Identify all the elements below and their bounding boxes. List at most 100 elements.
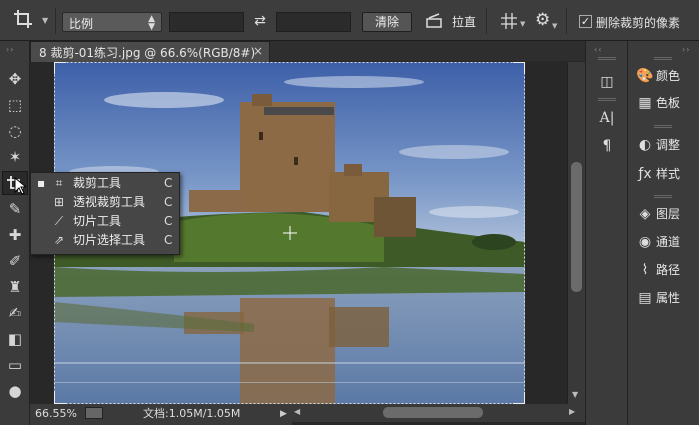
selected-dot-icon: ▪ (37, 176, 46, 190)
brush-tool-icon[interactable]: ✐ (2, 249, 28, 273)
flyout-item-label: 透视裁剪工具 (73, 195, 146, 209)
flyout-item-slice[interactable]: ⟋ 切片工具 C (31, 212, 181, 231)
eraser-tool-icon[interactable]: ◧ (2, 327, 28, 351)
panel-label: 图层 (656, 207, 681, 221)
adjustments-icon: ◐ (638, 137, 652, 153)
chevron-updown-icon: ▲ ▼ (148, 14, 155, 32)
crop-icon-svg (14, 10, 32, 28)
panel-grip[interactable] (598, 57, 616, 60)
horizontal-scrollbar[interactable]: ◀ ▶ (291, 404, 585, 422)
panel-grip[interactable] (654, 195, 672, 198)
panel-label: 通道 (656, 235, 681, 249)
photoshop-window: ▼ 比例 ▲ ▼ ⇄ 清除 拉直 ▼ ⚙ ▼ ✓ 删除裁剪的像素 ›› ✥ ⬚ ◌… (0, 0, 699, 425)
channels-icon: ◉ (638, 234, 652, 250)
delete-cropped-checkbox[interactable]: ✓ (579, 15, 592, 28)
swap-icon[interactable]: ⇄ (251, 12, 269, 30)
vertical-scrollbar[interactable]: ▼ (567, 62, 585, 404)
ratio-select[interactable]: 比例 ▲ ▼ (62, 12, 162, 32)
paths-icon: ⌇ (641, 262, 649, 278)
panel-channels[interactable]: ◉ 通道 (634, 231, 696, 253)
paragraph-icon[interactable]: ¶ (596, 135, 618, 157)
history-brush-tool-icon[interactable]: ✍ (2, 301, 28, 325)
flyout-item-shortcut: C (164, 214, 173, 228)
panel-grip[interactable] (654, 57, 672, 60)
tool-preset-dropdown-icon[interactable]: ▼ (42, 16, 48, 25)
gear-icon[interactable]: ⚙ (535, 10, 550, 30)
styles-icon: ƒx (638, 166, 652, 182)
panel-adjustments[interactable]: ◐ 调整 (634, 134, 696, 156)
document-tab[interactable]: 8 裁剪-01练习.jpg @ 66.6%(RGB/8#) × (30, 41, 270, 62)
panel-dock-icons: ‹‹ ◫ A| ¶ (585, 41, 627, 425)
panel-grip[interactable] (654, 125, 672, 128)
panel-color[interactable]: 🎨 颜色 (634, 65, 696, 87)
flyout-item-perspective-crop[interactable]: ⊞ 透视裁剪工具 C (31, 193, 181, 212)
properties-icon: ▤ (638, 290, 652, 306)
panel-label: 色板 (656, 96, 681, 110)
panel-paths[interactable]: ⌇ 路径 (634, 259, 696, 281)
flyout-item-crop[interactable]: ▪ ⌗ 裁剪工具 C (31, 174, 181, 193)
status-menu-icon[interactable]: ▶ (280, 406, 287, 422)
scroll-down-icon[interactable]: ▼ (572, 390, 578, 399)
layers-icon: ◈ (639, 206, 651, 222)
options-bar: ▼ 比例 ▲ ▼ ⇄ 清除 拉直 ▼ ⚙ ▼ ✓ 删除裁剪的像素 (0, 0, 699, 41)
eyedropper-tool-icon[interactable]: ✎ (2, 197, 28, 221)
horizontal-scroll-thumb[interactable] (383, 407, 483, 418)
document-tab-title: 8 裁剪-01练习.jpg @ 66.6%(RGB/8#) (39, 46, 256, 60)
history-icon[interactable]: ◫ (596, 71, 618, 93)
perspective-crop-icon: ⊞ (53, 195, 65, 209)
scroll-right-icon[interactable]: ▶ (569, 407, 575, 416)
color-palette-icon: 🎨 (636, 68, 654, 84)
mouse-pointer-svg (14, 176, 28, 195)
status-bar: 66.55% 文档:1.05M/1.05M ▶ (30, 404, 292, 425)
straighten-icon-svg (426, 13, 442, 28)
panel-layers[interactable]: ◈ 图层 (634, 203, 696, 225)
panel-grip[interactable] (598, 98, 616, 101)
grid-overlay-icon[interactable] (500, 12, 518, 30)
flyout-item-shortcut: C (164, 176, 173, 190)
scroll-left-icon[interactable]: ◀ (294, 407, 300, 416)
panel-label: 样式 (656, 167, 681, 181)
panel-properties[interactable]: ▤ 属性 (634, 287, 696, 309)
gradient-tool-icon[interactable]: ▭ (2, 353, 28, 377)
settings-dropdown-icon[interactable]: ▼ (552, 22, 557, 30)
flyout-item-shortcut: C (164, 195, 173, 209)
divider (486, 8, 487, 34)
slice-select-icon: ⇗ (53, 233, 65, 247)
straighten-icon[interactable] (424, 11, 444, 31)
zoom-level[interactable]: 66.55% (35, 406, 77, 422)
clear-button[interactable]: 清除 (362, 12, 412, 32)
panel-dock-labels: ›› 🎨 颜色 ▦ 色板 ◐ 调整 ƒx 样式 ◈ 图层 ◉ 通道 ⌇ 路径 ▤ 属性 (627, 41, 699, 425)
dock-expand-icon[interactable]: ‹‹ (594, 45, 602, 54)
crop-icon: ⌗ (55, 176, 63, 190)
ratio-select-value: 比例 (69, 17, 94, 31)
character-icon[interactable]: A| (596, 107, 618, 129)
panel-styles[interactable]: ƒx 样式 (634, 163, 696, 185)
flyout-item-slice-select[interactable]: ⇗ 切片选择工具 C (31, 231, 181, 250)
panel-swatches[interactable]: ▦ 色板 (634, 92, 696, 114)
magic-wand-tool-icon[interactable]: ✶ (2, 145, 28, 169)
move-tool-icon[interactable]: ✥ (2, 67, 28, 91)
width-field[interactable] (169, 12, 244, 32)
document-size: 文档:1.05M/1.05M (143, 407, 241, 420)
toolbox-collapse-icon[interactable]: ›› (6, 45, 24, 54)
healing-brush-tool-icon[interactable]: ✚ (2, 223, 28, 247)
marquee-tool-icon[interactable]: ⬚ (2, 93, 28, 117)
straighten-label[interactable]: 拉直 (452, 13, 476, 30)
close-icon[interactable]: × (253, 44, 263, 58)
height-field[interactable] (276, 12, 351, 32)
delete-cropped-label[interactable]: 删除裁剪的像素 (596, 14, 680, 31)
panel-label: 颜色 (656, 69, 681, 83)
panel-label: 属性 (656, 291, 681, 305)
dock-collapse-icon[interactable]: ›› (682, 45, 690, 54)
grid-dropdown-icon[interactable]: ▼ (520, 20, 525, 28)
crop-icon[interactable] (12, 8, 40, 32)
vertical-scroll-thumb[interactable] (571, 162, 582, 292)
divider (55, 8, 56, 34)
status-icon[interactable] (85, 407, 103, 419)
flyout-item-label: 裁剪工具 (73, 176, 122, 190)
lasso-tool-icon[interactable]: ◌ (2, 119, 28, 143)
grid-overlay-icon-svg (501, 13, 517, 29)
mouse-pointer-icon (14, 176, 28, 195)
blur-tool-icon[interactable]: ● (2, 379, 28, 403)
clone-stamp-tool-icon[interactable]: ♜ (2, 275, 28, 299)
